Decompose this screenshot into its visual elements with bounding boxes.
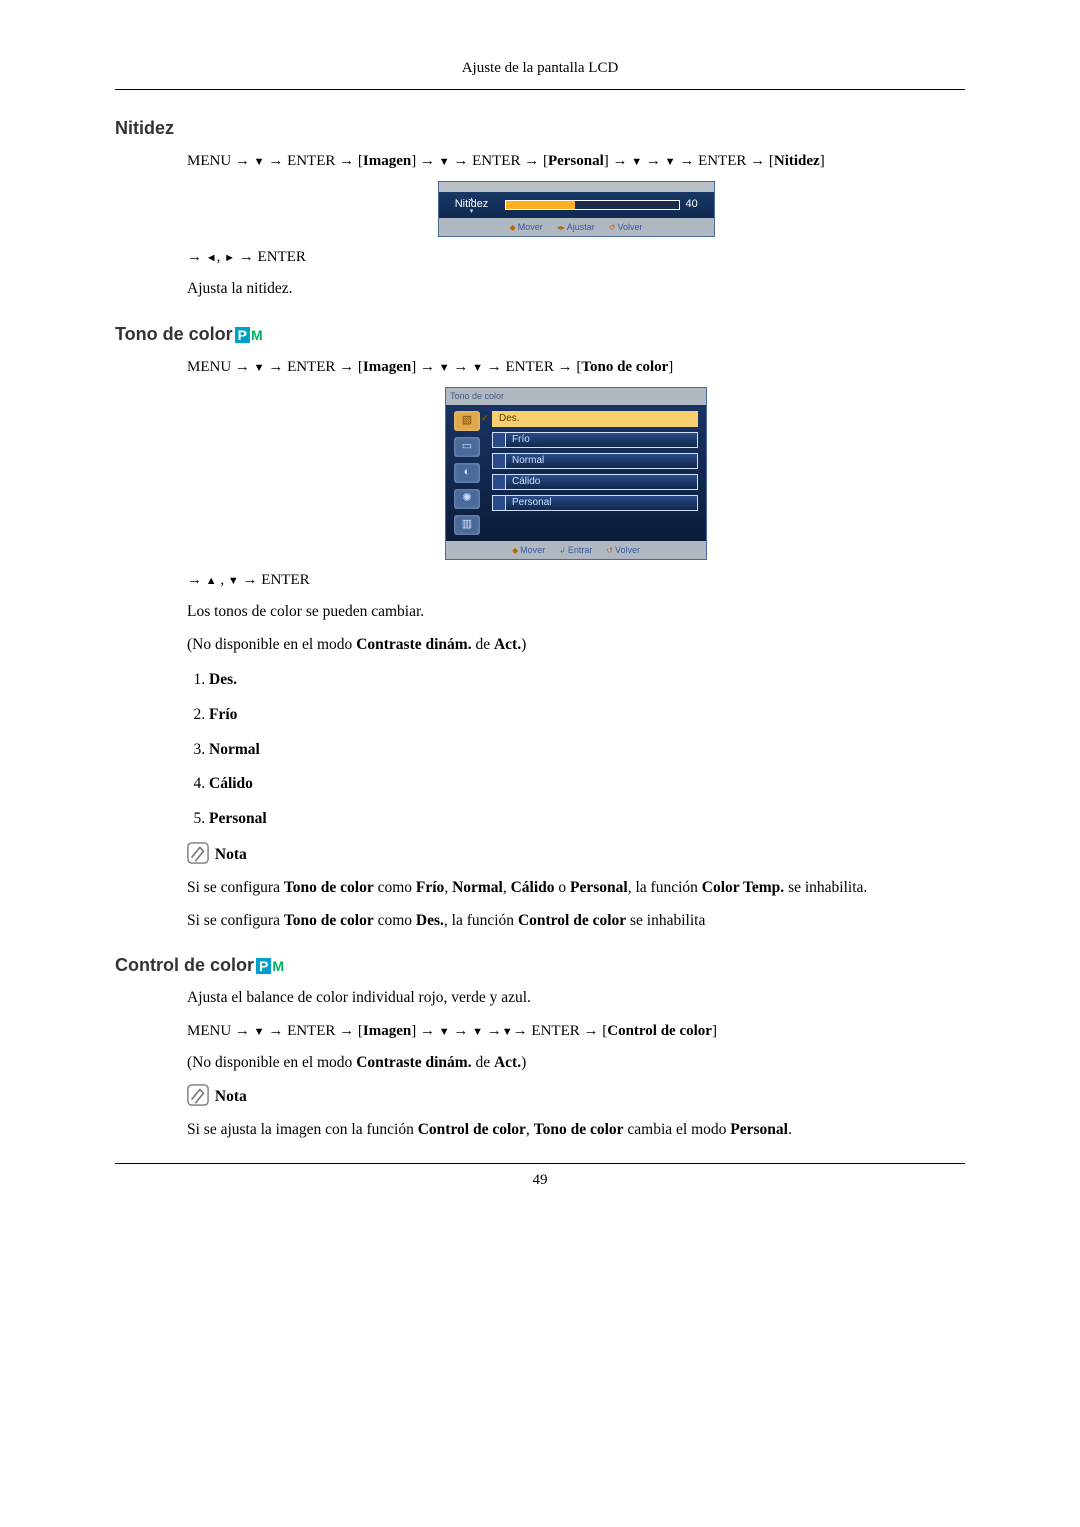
nota-text-control: Si se ajusta la imagen con la función Co… [187,1118,965,1143]
after-osd-nitidez: → , → ENTER [187,245,965,269]
osd-nav-bar: ◆Mover ↲Entrar ↺Volver [446,541,706,560]
side-icon-circle: ◐ [454,463,480,483]
nota-heading: Nota [187,842,965,868]
desc-control: Ajusta el balance de color individual ro… [187,986,965,1011]
section-heading-nitidez: Nitidez [115,118,965,139]
nav-path-nitidez: MENU → → ENTER → [Imagen] → → ENTER → [P… [187,149,965,173]
list-item: Des. [209,668,965,693]
list-item: Frío [209,703,965,728]
pm-badge-icon: PM [235,327,264,343]
osd-slider[interactable] [505,200,680,210]
side-icon-picture: ▧ [454,411,480,431]
desc-tono-1: Los tonos de color se pueden cambiar. [187,600,965,625]
list-item: Normal [209,738,965,763]
desc-tono-2: (No disponible en el modo Contraste diná… [187,633,965,658]
desc-nitidez: Ajusta la nitidez. [187,277,965,302]
osd-title: Tono de color [446,388,706,404]
section-heading-tono: Tono de color PM [115,324,965,345]
divider-bottom [115,1163,965,1164]
heading-text: Control de color [115,955,254,976]
section-heading-control: Control de color PM [115,955,965,976]
note-icon [187,842,209,864]
nota-heading-control: Nota [187,1084,965,1110]
pm-badge-icon: PM [256,958,285,974]
list-item: Personal [209,807,965,832]
opt-personal[interactable]: Personal [492,495,698,511]
divider-top [115,89,965,90]
page-number: 49 [115,1172,965,1189]
opt-des[interactable]: ✔Des. [492,411,698,427]
osd-nav-bar: ◆Mover ◂▸Ajustar ↺Volver [439,218,714,237]
tono-option-list: Des. Frío Normal Cálido Personal [187,668,965,832]
side-icon-input: ▭ [454,437,480,457]
nota-text-1: Si se configura Tono de color como Frío,… [187,876,965,901]
osd-value: 40 [686,196,708,214]
desc-control-2: (No disponible en el modo Contraste diná… [187,1051,965,1076]
heading-text: Tono de color [115,324,233,345]
nota-text-2: Si se configura Tono de color como Des.,… [187,909,965,934]
heading-text: Nitidez [115,118,174,139]
osd-nitidez: ▴ Nitidez ▾ 40 ◆Mover ◂▸Ajustar ↺Volver [438,181,715,237]
osd-tono: Tono de color ▧ ▭ ◐ ✺ ▥ ✔Des. Frío Norma… [445,387,707,560]
list-item: Cálido [209,772,965,797]
opt-normal[interactable]: Normal [492,453,698,469]
side-icon-gear: ✺ [454,489,480,509]
osd-label: ▴ Nitidez ▾ [445,196,499,214]
opt-frio[interactable]: Frío [492,432,698,448]
opt-calido[interactable]: Cálido [492,474,698,490]
nav-path-control: MENU → → ENTER → [Imagen] → → →→ ENTER →… [187,1019,965,1043]
note-icon [187,1084,209,1106]
nav-path-tono: MENU → → ENTER → [Imagen] → → → ENTER → … [187,355,965,379]
page-header: Ajuste de la pantalla LCD [115,60,965,77]
side-icon-multi: ▥ [454,515,480,535]
after-osd-tono: → , → ENTER [187,568,965,592]
